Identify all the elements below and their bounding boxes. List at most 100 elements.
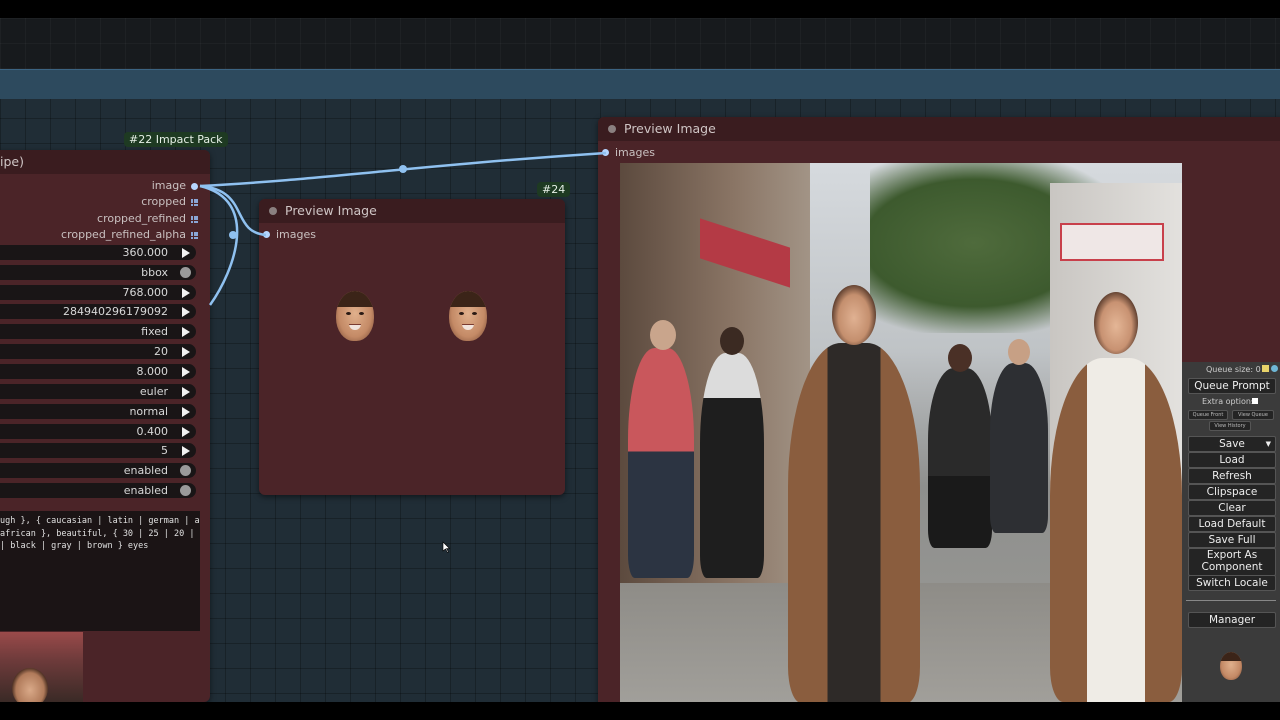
switch-locale-button[interactable]: Switch Locale bbox=[1188, 575, 1276, 591]
increment-arrow-icon[interactable] bbox=[182, 347, 190, 357]
output-socket-image[interactable] bbox=[191, 182, 198, 190]
settings-gear-icon[interactable] bbox=[1271, 365, 1278, 372]
photo-person-red-hoodie bbox=[628, 320, 694, 578]
extra-options-checkbox[interactable] bbox=[1252, 398, 1258, 404]
preview-small-title-text: Preview Image bbox=[285, 203, 377, 218]
preview-large-input-label: images bbox=[615, 146, 655, 159]
mouth bbox=[349, 324, 361, 330]
load-default-button[interactable]: Load Default bbox=[1188, 516, 1276, 532]
save-button[interactable]: Save ▼ bbox=[1188, 436, 1276, 452]
widget-noise-mask[interactable]: enabled bbox=[0, 463, 196, 478]
view-history-button[interactable]: View History bbox=[1209, 421, 1251, 431]
face-crop-1 bbox=[336, 291, 374, 341]
increment-arrow-icon[interactable] bbox=[182, 327, 190, 337]
clipspace-button[interactable]: Clipspace bbox=[1188, 484, 1276, 500]
widget-value: enabled bbox=[123, 464, 168, 477]
widget-value: euler bbox=[139, 385, 168, 398]
node-24-badge: #24 bbox=[537, 182, 571, 197]
input-socket-images[interactable] bbox=[602, 148, 609, 156]
output-socket-cropped[interactable] bbox=[191, 198, 198, 206]
canvas-dark-area bbox=[0, 18, 1280, 70]
widget-guide-size[interactable]: 360.000 bbox=[0, 245, 196, 260]
output-cropped-refined[interactable]: cropped_refined bbox=[0, 212, 198, 226]
preview-small-title[interactable]: Preview Image bbox=[259, 199, 565, 223]
output-socket-cropped-refined[interactable] bbox=[191, 215, 198, 223]
toggle-knob-icon[interactable] bbox=[180, 267, 191, 278]
photo-person-dark-jacket bbox=[990, 339, 1048, 533]
eye bbox=[346, 312, 351, 315]
increment-arrow-icon[interactable] bbox=[182, 248, 190, 258]
widget-value: enabled bbox=[123, 484, 168, 497]
widget-guide-size-for[interactable]: bbox bbox=[0, 265, 196, 280]
increment-arrow-icon[interactable] bbox=[182, 307, 190, 317]
clear-button[interactable]: Clear bbox=[1188, 500, 1276, 516]
hair bbox=[449, 291, 487, 307]
widget-force-inpaint[interactable]: enabled bbox=[0, 483, 196, 498]
preview-large-input-images[interactable]: images bbox=[602, 146, 655, 160]
hair bbox=[1220, 652, 1242, 661]
widget-value: 0.400 bbox=[136, 425, 169, 438]
photo-person-backpack bbox=[700, 327, 764, 578]
view-queue-button[interactable]: View Queue bbox=[1232, 410, 1274, 420]
refresh-button[interactable]: Refresh bbox=[1188, 468, 1276, 484]
eye bbox=[359, 312, 364, 315]
input-socket-images[interactable] bbox=[263, 230, 270, 238]
output-image[interactable]: image bbox=[0, 179, 198, 193]
preview-image-node-small[interactable]: Preview Image images bbox=[259, 199, 565, 495]
output-cropped-refined-alpha[interactable]: cropped_refined_alpha bbox=[0, 228, 198, 242]
widget-scheduler[interactable]: normal bbox=[0, 404, 196, 419]
widget-value: fixed bbox=[141, 325, 168, 338]
eye bbox=[459, 312, 464, 315]
queue-front-button[interactable]: Queue Front bbox=[1188, 410, 1228, 420]
increment-arrow-icon[interactable] bbox=[182, 446, 190, 456]
output-socket-cropped-refined-alpha[interactable] bbox=[191, 231, 198, 239]
output-cropped-refined-alpha-label: cropped_refined_alpha bbox=[61, 228, 186, 241]
queue-prompt-button[interactable]: Queue Prompt bbox=[1188, 378, 1276, 394]
widget-value: 360.000 bbox=[122, 246, 169, 259]
widget-steps[interactable]: 20 bbox=[0, 344, 196, 359]
widget-value: 284940296179092 bbox=[63, 305, 168, 318]
widget-cfg[interactable]: 8.000 bbox=[0, 364, 196, 379]
group-header-band[interactable] bbox=[0, 69, 1280, 99]
export-as-component-button[interactable]: Export As Component bbox=[1188, 548, 1276, 576]
increment-arrow-icon[interactable] bbox=[182, 367, 190, 377]
photo-person-head bbox=[1008, 339, 1030, 365]
widget-feather[interactable]: 5 bbox=[0, 443, 196, 458]
increment-arrow-icon[interactable] bbox=[182, 387, 190, 397]
photo-person-head bbox=[832, 285, 876, 345]
generated-street-photo bbox=[620, 163, 1182, 702]
output-cropped[interactable]: cropped bbox=[0, 195, 198, 209]
extra-options-label: Extra options: bbox=[1202, 397, 1258, 406]
widget-value: normal bbox=[129, 405, 168, 418]
load-button[interactable]: Load bbox=[1188, 452, 1276, 468]
widget-seed[interactable]: 284940296179092 bbox=[0, 304, 196, 319]
photo-shop-sign bbox=[1060, 223, 1164, 261]
widget-value: 8.000 bbox=[136, 365, 169, 378]
collapse-dot-icon[interactable] bbox=[269, 206, 277, 215]
save-full-button[interactable]: Save Full bbox=[1188, 532, 1276, 548]
photo-person-head bbox=[1094, 292, 1138, 354]
queue-status-icon bbox=[1262, 365, 1269, 372]
wildcard-prompt-textarea[interactable]: ugh }, { caucasian | latin | german | an… bbox=[0, 511, 200, 631]
preview-large-title-text: Preview Image bbox=[624, 121, 716, 136]
widget-denoise[interactable]: 0.400 bbox=[0, 424, 196, 439]
widget-control-after-generate[interactable]: fixed bbox=[0, 324, 196, 339]
output-cropped-label: cropped bbox=[141, 195, 186, 208]
increment-arrow-icon[interactable] bbox=[182, 427, 190, 437]
save-dropdown-icon[interactable]: ▼ bbox=[1266, 437, 1271, 451]
photo-person-head bbox=[650, 320, 676, 350]
toggle-knob-icon[interactable] bbox=[180, 485, 191, 496]
widget-max-size[interactable]: 768.000 bbox=[0, 285, 196, 300]
toggle-knob-icon[interactable] bbox=[180, 465, 191, 476]
preview-large-title[interactable]: Preview Image bbox=[598, 117, 1280, 141]
collapse-dot-icon[interactable] bbox=[608, 124, 616, 133]
photo-person-head bbox=[720, 327, 744, 355]
preview-small-input-images[interactable]: images bbox=[263, 228, 316, 242]
comfy-menu-panel[interactable]: Queue size: 0 Queue Prompt Extra options… bbox=[1182, 362, 1280, 702]
manager-button[interactable]: Manager bbox=[1188, 612, 1276, 628]
widget-sampler[interactable]: euler bbox=[0, 384, 196, 399]
increment-arrow-icon[interactable] bbox=[182, 288, 190, 298]
output-cropped-refined-label: cropped_refined bbox=[97, 212, 186, 225]
detailer-node-title[interactable]: ipe) bbox=[0, 150, 210, 174]
increment-arrow-icon[interactable] bbox=[182, 407, 190, 417]
